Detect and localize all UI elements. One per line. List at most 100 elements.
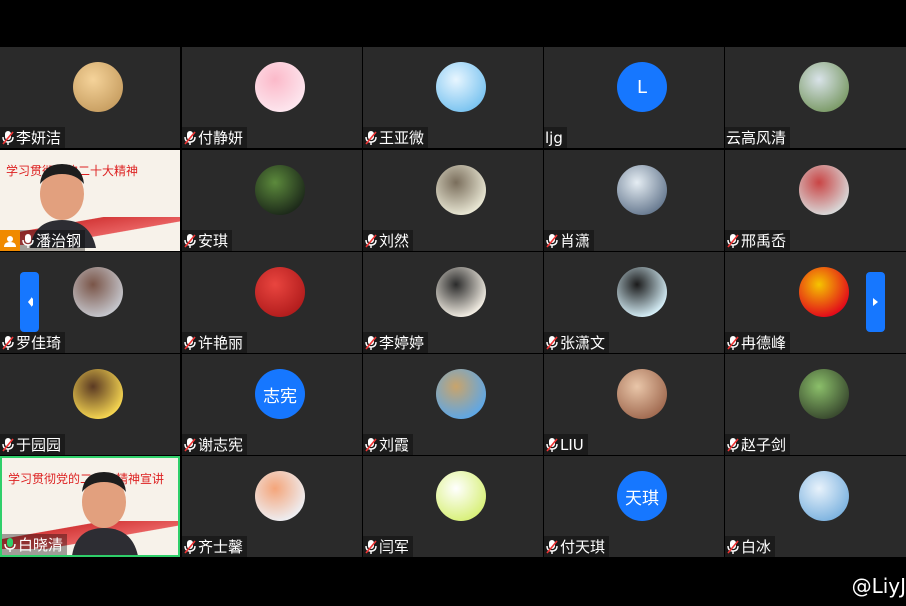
mic-icon [22, 233, 34, 248]
participant-name: 谢志宪 [198, 435, 244, 454]
avatar-letter: 志宪 [263, 386, 297, 407]
participant-name-bar: 许艳丽 [182, 332, 248, 353]
participant-tile[interactable]: 白冰 [725, 456, 906, 557]
participant-tile[interactable]: 刘然 [363, 150, 543, 251]
pink-bunny-avatar [255, 62, 305, 112]
participant-name: 赵子剑 [741, 435, 787, 454]
cartoon-girl-avatar [73, 369, 123, 419]
mic-muted-icon [365, 233, 377, 248]
next-page-button[interactable] [866, 272, 885, 332]
participant-name-bar: LIU [544, 434, 588, 455]
participant-name-bar: 赵子剑 [725, 434, 791, 455]
participant-name-bar: 齐士馨 [182, 536, 248, 557]
participant-name: 潘治钢 [36, 231, 82, 250]
mic-muted-icon [184, 539, 196, 554]
girl-illustration-avatar [436, 165, 486, 215]
participant-name-bar: 云高风清 [725, 127, 791, 148]
participant-tile[interactable]: 刘霞 [363, 354, 543, 455]
colosseum-photo-avatar [436, 369, 486, 419]
mic-muted-icon [365, 437, 377, 452]
participant-tile[interactable]: 肖潇 [544, 150, 724, 251]
cartoon-baby-avatar [255, 471, 305, 521]
participant-name-bar: 刘然 [363, 230, 414, 251]
participant-tile[interactable]: 付静妍 [182, 47, 362, 148]
anime-character-avatar [255, 165, 305, 215]
mic-muted-icon [2, 130, 14, 145]
participant-name: 白晓清 [18, 535, 64, 554]
participant-name: 刘霞 [379, 435, 410, 454]
mic-muted-icon [546, 233, 558, 248]
participant-tile[interactable]: 齐士馨 [182, 456, 362, 557]
participant-tile[interactable]: 张潇文 [544, 252, 724, 353]
person-video [72, 472, 138, 555]
participant-name: 安琪 [198, 231, 229, 250]
mic-muted-icon [727, 437, 739, 452]
participant-tile[interactable]: Lljg [544, 47, 724, 148]
mic-muted-icon [184, 130, 196, 145]
participant-name-bar: 王亚微 [363, 127, 429, 148]
letter-avatar: 天琪 [617, 471, 667, 521]
girl-drawing-avatar [436, 267, 486, 317]
mic-muted-icon [184, 335, 196, 350]
participant-tile[interactable]: 赵子剑 [725, 354, 906, 455]
mic-muted-icon [365, 130, 377, 145]
mic-muted-icon [546, 437, 558, 452]
participant-tile[interactable]: 学习贯彻党的二十大精神潘治钢 [0, 150, 180, 251]
chevron-right-icon [872, 298, 878, 306]
host-icon [0, 230, 20, 251]
participant-tile[interactable]: 王亚微 [363, 47, 543, 148]
prev-page-button[interactable] [20, 272, 39, 332]
dragon-emblem-avatar [799, 267, 849, 317]
participant-name: 白冰 [741, 537, 772, 556]
participant-name: 闫军 [379, 537, 410, 556]
participant-name: 刘然 [379, 231, 410, 250]
cockatoo-avatar [436, 471, 486, 521]
participant-tile[interactable]: 天琪付天琪 [544, 456, 724, 557]
cartoon-face-avatar [73, 62, 123, 112]
participant-name: 王亚微 [379, 128, 425, 147]
mic-icon [4, 537, 16, 552]
participant-tile[interactable]: 志宪谢志宪 [182, 354, 362, 455]
letter-avatar: L [617, 62, 667, 112]
mic-muted-icon [365, 539, 377, 554]
participant-name: 罗佳琦 [16, 333, 62, 352]
participant-tile[interactable]: 闫军 [363, 456, 543, 557]
participant-name: 付天琪 [560, 537, 606, 556]
participant-name: 李婷婷 [379, 333, 425, 352]
mountain-photo-avatar [617, 165, 667, 215]
avatar-letter: 天琪 [625, 488, 659, 509]
sky-cloud-avatar [436, 62, 486, 112]
mic-muted-icon [2, 437, 14, 452]
toy-photo-avatar [799, 165, 849, 215]
participant-tile[interactable]: 学习贯彻党的二十大精神宣讲 白晓清 [0, 456, 180, 557]
participant-tile[interactable]: 李婷婷 [363, 252, 543, 353]
participant-name-bar: 肖潇 [544, 230, 595, 251]
participant-name: 冉德峰 [741, 333, 787, 352]
participant-tile[interactable]: 云高风清 [725, 47, 906, 148]
participant-name: 肖潇 [560, 231, 591, 250]
participant-name: 于园园 [16, 435, 62, 454]
participant-tile[interactable]: 安琪 [182, 150, 362, 251]
flowers-photo-avatar [617, 369, 667, 419]
participant-name: 邢禹岙 [741, 231, 787, 250]
participant-tile[interactable]: 李妍洁 [0, 47, 180, 148]
participant-tile[interactable]: 于园园 [0, 354, 180, 455]
participant-name: 许艳丽 [198, 333, 244, 352]
watermark: @LiyJ [851, 574, 906, 598]
participant-name-bar: 李妍洁 [0, 127, 66, 148]
mic-muted-icon [184, 437, 196, 452]
participant-name-bar: 冉德峰 [725, 332, 791, 353]
person-photo-avatar [73, 267, 123, 317]
anime-boy-avatar [799, 369, 849, 419]
participant-tile[interactable]: 邢禹岙 [725, 150, 906, 251]
participant-name-bar: 刘霞 [363, 434, 414, 455]
participant-name-bar: 付天琪 [544, 536, 610, 557]
mic-muted-icon [546, 335, 558, 350]
participant-name-bar: 谢志宪 [182, 434, 248, 455]
participant-tile[interactable]: 许艳丽 [182, 252, 362, 353]
participant-name: ljg [545, 128, 563, 147]
participant-name-bar: 白冰 [725, 536, 776, 557]
participant-name-bar: 于园园 [0, 434, 66, 455]
participant-tile[interactable]: LIU [544, 354, 724, 455]
participant-name-bar: 白晓清 [2, 534, 68, 555]
